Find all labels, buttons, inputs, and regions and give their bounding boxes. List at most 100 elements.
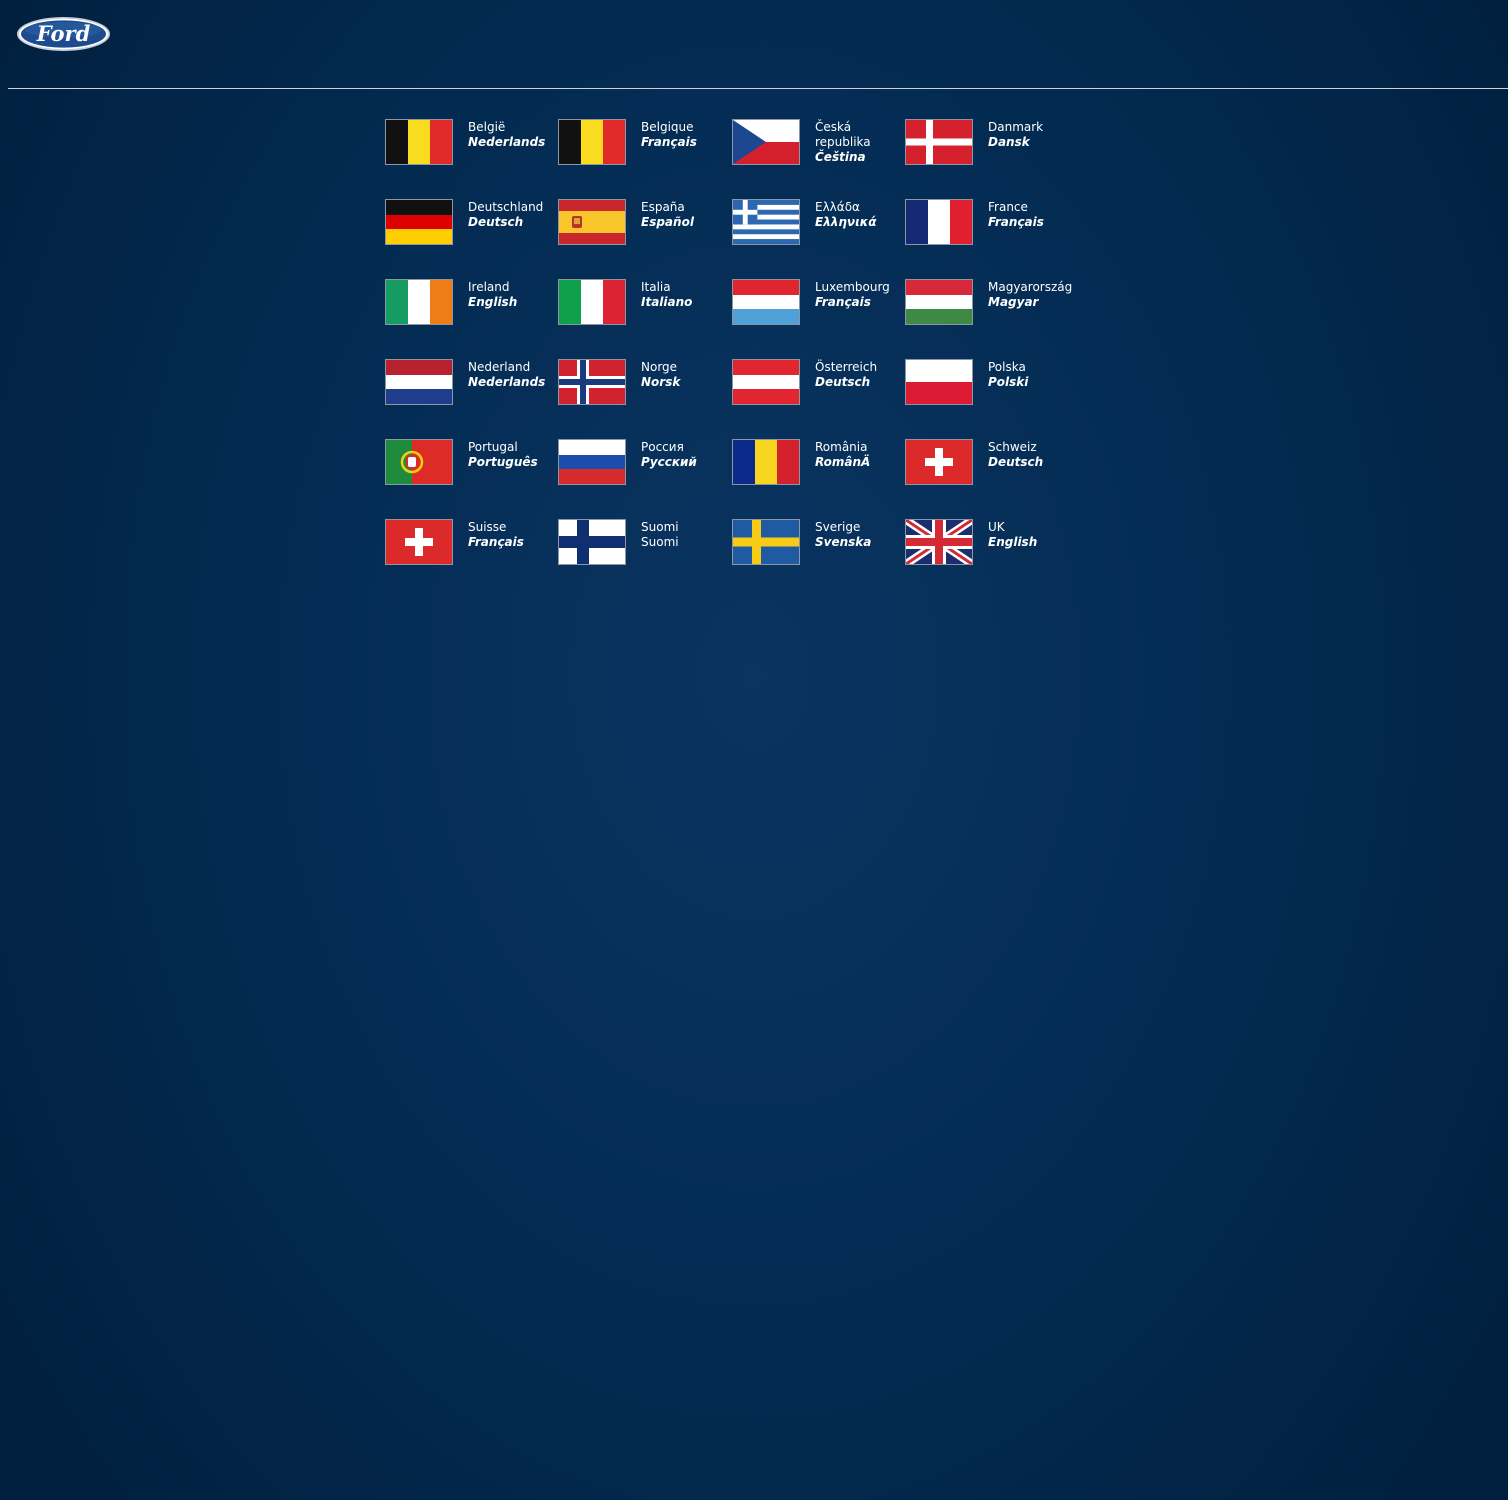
country-labels: Deutschland Deutsch: [468, 200, 543, 230]
country-name[interactable]: Sverige: [815, 520, 871, 535]
country-link-0[interactable]: België Nederlands: [385, 119, 558, 199]
country-name[interactable]: Deutschland: [468, 200, 543, 215]
country-name[interactable]: France: [988, 200, 1044, 215]
country-name[interactable]: Suomi: [641, 520, 679, 535]
country-link-4[interactable]: Deutschland Deutsch: [385, 199, 558, 279]
uk-flag-icon[interactable]: [905, 519, 973, 565]
country-link-16[interactable]: Portugal Português: [385, 439, 558, 519]
romania-flag-icon[interactable]: [732, 439, 800, 485]
denmark-flag-icon[interactable]: [905, 119, 973, 165]
country-link-11[interactable]: Magyarország Magyar: [905, 279, 1105, 359]
language-name[interactable]: Русский: [641, 455, 697, 470]
norway-flag-icon[interactable]: [558, 359, 626, 405]
language-name[interactable]: Français: [815, 295, 890, 310]
belgium-flag-icon[interactable]: [558, 119, 626, 165]
ford-logo[interactable]: Ford: [16, 16, 111, 52]
country-link-15[interactable]: Polska Polski: [905, 359, 1105, 439]
country-name[interactable]: España: [641, 200, 694, 215]
country-link-18[interactable]: România RomânÄ: [732, 439, 905, 519]
language-name[interactable]: Italiano: [641, 295, 692, 310]
country-labels: Россия Русский: [641, 440, 697, 470]
language-name[interactable]: Nederlands: [468, 375, 545, 390]
netherlands-flag-icon[interactable]: [385, 359, 453, 405]
country-labels: UK English: [988, 520, 1037, 550]
country-link-6[interactable]: Ελλάδα Ελληνικά: [732, 199, 905, 279]
language-name[interactable]: English: [468, 295, 517, 310]
language-name[interactable]: Español: [641, 215, 694, 230]
france-flag-icon[interactable]: [905, 199, 973, 245]
finland-flag-icon[interactable]: [558, 519, 626, 565]
country-name[interactable]: Norge: [641, 360, 680, 375]
germany-flag-icon[interactable]: [385, 199, 453, 245]
russia-flag-icon[interactable]: [558, 439, 626, 485]
austria-flag-icon[interactable]: [732, 359, 800, 405]
country-name[interactable]: Danmark: [988, 120, 1043, 135]
country-name[interactable]: Belgique: [641, 120, 697, 135]
country-name[interactable]: Россия: [641, 440, 697, 455]
country-name[interactable]: UK: [988, 520, 1037, 535]
poland-flag-icon[interactable]: [905, 359, 973, 405]
country-link-23[interactable]: UK English: [905, 519, 1105, 599]
language-name[interactable]: Polski: [988, 375, 1028, 390]
language-name[interactable]: Čeština: [815, 150, 895, 165]
country-name[interactable]: Polska: [988, 360, 1028, 375]
switzerland-flag-icon[interactable]: [905, 439, 973, 485]
country-name[interactable]: România: [815, 440, 870, 455]
country-link-21[interactable]: Suomi Suomi: [558, 519, 732, 599]
country-link-13[interactable]: Norge Norsk: [558, 359, 732, 439]
country-link-22[interactable]: Sverige Svenska: [732, 519, 905, 599]
hungary-flag-icon[interactable]: [905, 279, 973, 325]
language-name[interactable]: Português: [468, 455, 538, 470]
country-link-7[interactable]: France Français: [905, 199, 1105, 279]
language-name[interactable]: Français: [641, 135, 697, 150]
country-name[interactable]: Portugal: [468, 440, 538, 455]
country-link-9[interactable]: Italia Italiano: [558, 279, 732, 359]
country-name[interactable]: Nederland: [468, 360, 545, 375]
language-name[interactable]: English: [988, 535, 1037, 550]
country-name[interactable]: Suisse: [468, 520, 524, 535]
language-name[interactable]: Svenska: [815, 535, 871, 550]
country-link-10[interactable]: Luxembourg Français: [732, 279, 905, 359]
country-name[interactable]: Ireland: [468, 280, 517, 295]
language-name[interactable]: Suomi: [641, 535, 679, 550]
country-name[interactable]: Schweiz: [988, 440, 1043, 455]
language-name[interactable]: Français: [988, 215, 1044, 230]
language-name[interactable]: Nederlands: [468, 135, 545, 150]
country-name[interactable]: Luxembourg: [815, 280, 890, 295]
country-link-20[interactable]: Suisse Français: [385, 519, 558, 599]
country-link-2[interactable]: Česká republika Čeština: [732, 119, 905, 199]
language-name[interactable]: Dansk: [988, 135, 1043, 150]
czech-flag-icon[interactable]: [732, 119, 800, 165]
country-link-8[interactable]: Ireland English: [385, 279, 558, 359]
language-name[interactable]: Deutsch: [815, 375, 877, 390]
luxembourg-flag-icon[interactable]: [732, 279, 800, 325]
country-link-12[interactable]: Nederland Nederlands: [385, 359, 558, 439]
country-link-19[interactable]: Schweiz Deutsch: [905, 439, 1105, 519]
language-name[interactable]: Deutsch: [988, 455, 1043, 470]
country-name[interactable]: België: [468, 120, 545, 135]
italy-flag-icon[interactable]: [558, 279, 626, 325]
country-link-14[interactable]: Österreich Deutsch: [732, 359, 905, 439]
country-name[interactable]: Česká republika: [815, 120, 895, 150]
spain-flag-icon[interactable]: [558, 199, 626, 245]
ireland-flag-icon[interactable]: [385, 279, 453, 325]
portugal-flag-icon[interactable]: [385, 439, 453, 485]
sweden-flag-icon[interactable]: [732, 519, 800, 565]
country-name[interactable]: Österreich: [815, 360, 877, 375]
language-name[interactable]: Français: [468, 535, 524, 550]
language-name[interactable]: Deutsch: [468, 215, 543, 230]
country-link-3[interactable]: Danmark Dansk: [905, 119, 1105, 199]
language-name[interactable]: Magyar: [988, 295, 1068, 310]
greece-flag-icon[interactable]: [732, 199, 800, 245]
country-name[interactable]: Italia: [641, 280, 692, 295]
language-name[interactable]: Ελληνικά: [815, 215, 877, 230]
belgium-flag-icon[interactable]: [385, 119, 453, 165]
switzerland-flag-icon[interactable]: [385, 519, 453, 565]
country-link-17[interactable]: Россия Русский: [558, 439, 732, 519]
country-link-1[interactable]: Belgique Français: [558, 119, 732, 199]
country-name[interactable]: Magyarország: [988, 280, 1072, 295]
country-name[interactable]: Ελλάδα: [815, 200, 877, 215]
language-name[interactable]: Norsk: [641, 375, 680, 390]
language-name[interactable]: RomânÄ: [815, 455, 870, 470]
country-link-5[interactable]: España Español: [558, 199, 732, 279]
